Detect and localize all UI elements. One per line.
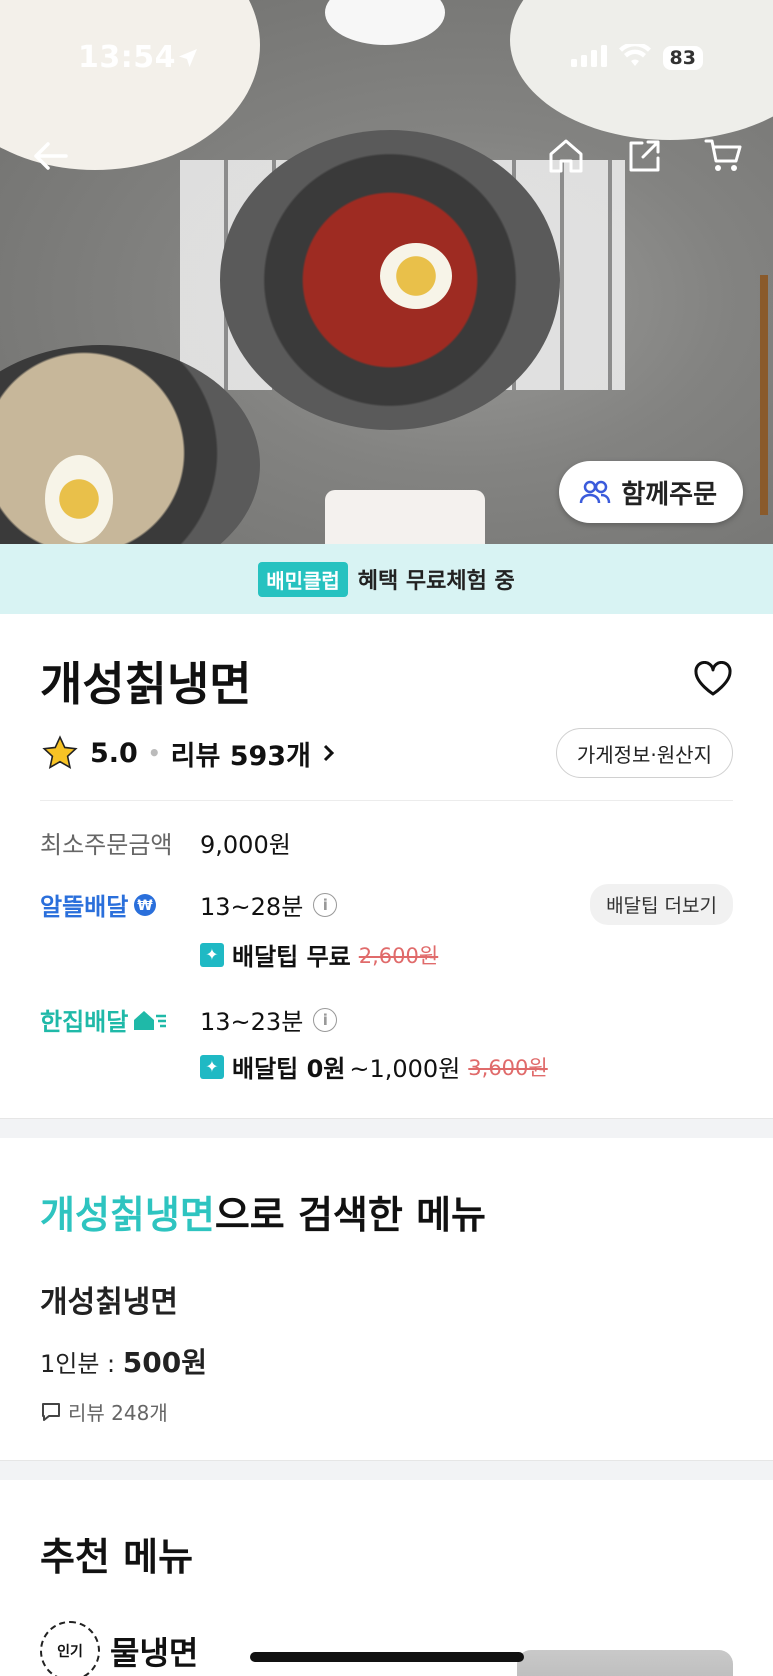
svg-text:₩: ₩ bbox=[138, 898, 154, 914]
min-order-label: 최소주문금액 bbox=[40, 831, 173, 859]
saver-delivery-label: 알뜰배달 ₩ bbox=[40, 887, 200, 922]
store-info-origin-button[interactable]: 가게정보·원산지 bbox=[555, 728, 733, 778]
min-order-value: 9,000원 bbox=[200, 831, 291, 859]
section-divider bbox=[0, 1460, 773, 1480]
single-delivery-label: 한집배달 bbox=[40, 1002, 200, 1037]
menu-item-name: 개성칡냉면 bbox=[40, 1285, 178, 1320]
group-order-button[interactable]: 함께주문 bbox=[559, 461, 743, 523]
chevron-right-icon bbox=[323, 744, 335, 762]
menu-price-prefix: 1인분 : bbox=[40, 1350, 123, 1378]
menu-item-review: 리뷰 248개 bbox=[40, 1397, 733, 1426]
search-title-suffix: 으로 검색한 메뉴 bbox=[214, 1193, 486, 1237]
star-icon bbox=[42, 735, 78, 769]
single-tip-range: ~1,000원 bbox=[349, 1055, 461, 1083]
radish-dish bbox=[325, 490, 485, 544]
people-icon bbox=[580, 480, 611, 504]
clock: 13:54 bbox=[78, 40, 176, 75]
chopsticks bbox=[760, 275, 768, 515]
menu-review-count: 리뷰 248개 bbox=[68, 1401, 168, 1425]
home-button[interactable] bbox=[544, 134, 588, 178]
location-arrow-icon bbox=[176, 46, 200, 74]
home-icon bbox=[549, 139, 583, 173]
club-text: 혜택 무료체험 중 bbox=[357, 569, 515, 594]
single-delivery-text: 한집배달 bbox=[40, 1008, 129, 1036]
cart-button[interactable] bbox=[702, 134, 746, 178]
menu-price-value: 500원 bbox=[122, 1346, 207, 1379]
speech-bubble-icon bbox=[42, 1402, 60, 1421]
popular-badge: 인기 bbox=[40, 1621, 100, 1676]
saver-delivery-time: 13~28분 bbox=[200, 893, 304, 921]
club-tip-icon: ✦ bbox=[200, 942, 224, 967]
info-icon[interactable]: i bbox=[313, 1007, 338, 1032]
club-badge: 배민클럽 bbox=[258, 561, 348, 597]
signal-icon bbox=[570, 45, 607, 71]
recommend-item-thumbnail[interactable] bbox=[517, 1650, 733, 1676]
hero-image: 13:54 83 함께주문 bbox=[0, 0, 773, 544]
club-tip-icon: ✦ bbox=[200, 1054, 224, 1079]
egg-half bbox=[380, 243, 452, 309]
group-order-label: 함께주문 bbox=[621, 479, 717, 510]
fast-home-icon bbox=[134, 1010, 167, 1030]
share-button[interactable] bbox=[622, 134, 666, 178]
egg-half-2 bbox=[45, 455, 113, 543]
won-coin-icon: ₩ bbox=[134, 893, 157, 916]
saver-tip-original: 2,600원 bbox=[358, 943, 439, 968]
saver-tip-label: 배달팁 무료 bbox=[232, 943, 351, 971]
share-icon bbox=[629, 140, 660, 172]
divider bbox=[40, 800, 733, 801]
searched-menu-title: 개성칡냉면으로 검색한 메뉴 bbox=[40, 1184, 733, 1239]
single-delivery-block: 한집배달 13~23분 i ✦ 배달팁 0원 ~1,000원 3,600원 bbox=[40, 1002, 733, 1084]
favorite-button[interactable] bbox=[693, 661, 733, 701]
saver-delivery-text: 알뜰배달 bbox=[40, 893, 129, 921]
heart-icon bbox=[694, 661, 732, 696]
review-count-link[interactable]: 리뷰 593개 bbox=[171, 734, 311, 773]
separator-dot: • bbox=[147, 741, 161, 765]
status-bar: 13:54 83 bbox=[0, 40, 773, 80]
wifi-icon bbox=[618, 42, 651, 72]
baemin-club-banner[interactable]: 배민클럽 혜택 무료체험 중 bbox=[0, 544, 773, 614]
info-icon[interactable]: i bbox=[313, 892, 338, 917]
back-arrow-icon bbox=[34, 142, 68, 170]
menu-item-price: 1인분 : 500원 bbox=[40, 1341, 733, 1381]
rating-value: 5.0 bbox=[90, 737, 138, 769]
battery-indicator: 83 bbox=[662, 46, 703, 70]
saver-delivery-block: 알뜰배달 ₩ 13~28분 i 배달팁 더보기 ✦ 배달팁 무료 2,600원 bbox=[40, 884, 733, 972]
recommend-title: 추천 메뉴 bbox=[40, 1535, 194, 1579]
tip-more-button[interactable]: 배달팁 더보기 bbox=[590, 884, 733, 925]
store-info-section: 개성칡냉면 5.0 • 리뷰 593개 가게정보·원산지 최소주문금액 9,00… bbox=[0, 648, 773, 1118]
single-delivery-time: 13~23분 bbox=[200, 1008, 304, 1036]
searched-menu-item[interactable]: 개성칡냉면 1인분 : 500원 리뷰 248개 bbox=[40, 1277, 733, 1426]
recommend-section: 추천 메뉴 인기 물냉면 bbox=[0, 1480, 773, 1676]
searched-menu-section: 개성칡냉면으로 검색한 메뉴 개성칡냉면 1인분 : 500원 리뷰 248개 bbox=[0, 1138, 773, 1460]
store-name: 개성칡냉면 bbox=[40, 657, 252, 711]
min-order-row: 최소주문금액 9,000원 bbox=[40, 825, 733, 860]
search-keyword: 개성칡냉면 bbox=[40, 1193, 215, 1237]
cart-icon bbox=[704, 139, 742, 171]
home-indicator[interactable] bbox=[250, 1652, 524, 1662]
sauce-dish bbox=[325, 0, 445, 45]
back-button[interactable] bbox=[28, 134, 72, 178]
section-divider bbox=[0, 1118, 773, 1138]
single-tip-original: 3,600원 bbox=[468, 1055, 548, 1080]
rating-summary[interactable]: 5.0 • 리뷰 593개 bbox=[40, 734, 337, 773]
single-tip-label: 배달팁 0원 bbox=[232, 1055, 346, 1083]
recommend-item-name: 물냉면 bbox=[110, 1634, 199, 1672]
